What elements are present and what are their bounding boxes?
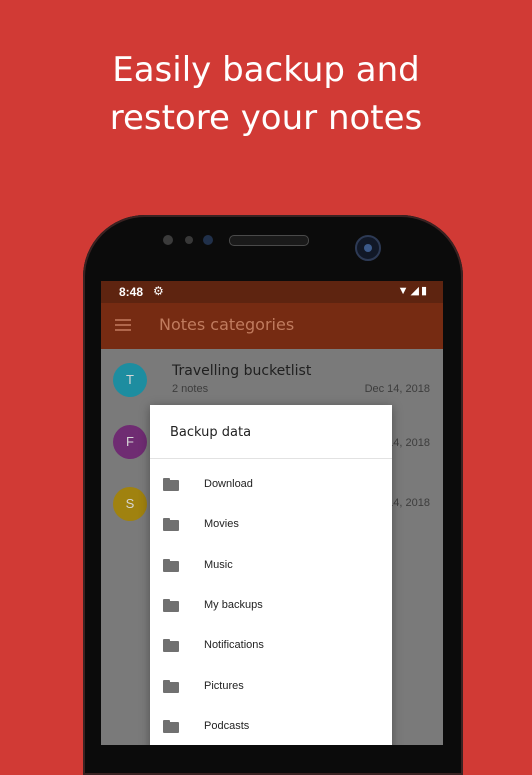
phone-screen: 8:48 ⚙ ▼◢▮ Notes categories T Travelling… [101,281,443,745]
folder-label: Movies [204,518,239,530]
folder-item-pictures[interactable]: Pictures [150,667,392,707]
category-title: Travelling bucketlist [172,363,312,379]
status-bar: 8:48 ⚙ ▼◢▮ [101,281,443,303]
folder-icon [163,518,179,531]
folder-item-my-backups[interactable]: My backups [150,586,392,626]
app-bar-title: Notes categories [159,315,295,334]
folder-item-download[interactable]: Download [150,465,392,505]
sensor-dot [203,235,213,245]
folder-item-music[interactable]: Music [150,546,392,586]
wifi-icon: ▼ [397,285,411,297]
folder-icon [163,720,179,733]
sensor-dot [163,235,173,245]
folder-label: Pictures [204,680,244,692]
category-date: Dec 14, 2018 [364,383,430,395]
category-list-item[interactable]: T Travelling bucketlist 2 notes Dec 14, … [101,349,443,409]
folder-item-movies[interactable]: Movies [150,505,392,545]
promo-headline: Easily backup and restore your notes [0,46,532,142]
folder-icon [163,559,179,572]
status-icons: ▼◢▮ [398,284,429,297]
folder-label: My backups [204,599,263,611]
dialog-title: Backup data [170,425,252,440]
folder-label: Download [204,478,253,490]
folder-item-podcasts[interactable]: Podcasts [150,707,392,745]
hamburger-menu-icon[interactable] [115,319,131,331]
folder-item-notifications[interactable]: Notifications [150,626,392,666]
folder-icon [163,599,179,612]
status-time: 8:48 [119,285,144,299]
avatar: S [113,487,147,521]
folder-label: Podcasts [204,720,250,732]
avatar: F [113,425,147,459]
gear-icon: ⚙ [153,284,164,298]
folder-icon [163,680,179,693]
category-date: 14, 2018 [387,437,430,449]
folder-label: Music [204,559,233,571]
front-camera-icon [355,235,381,261]
folder-icon [163,639,179,652]
category-date: 14, 2018 [387,497,430,509]
earpiece-speaker [229,235,309,246]
backup-dialog: Backup data Download Movies Music My bac… [150,405,392,745]
folder-label: Notifications [204,639,264,651]
battery-icon: ▮ [420,285,429,297]
dialog-divider [150,458,392,459]
folder-icon [163,478,179,491]
headline-line-1: Easily backup and [112,50,420,90]
avatar: T [113,363,147,397]
headline-line-2: restore your notes [109,98,423,138]
app-bar: Notes categories [101,303,443,349]
sensor-dot [185,236,193,244]
category-note-count: 2 notes [172,383,209,395]
signal-icon: ◢ [410,285,421,297]
